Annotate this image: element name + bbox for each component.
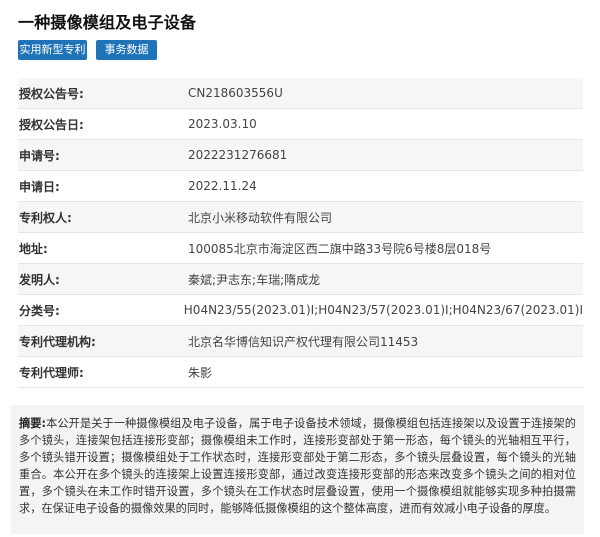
field-value: 朱影 [188,365,213,380]
field-label: 专利代理师: [19,365,84,380]
field-value: 北京名华博信知识产权代理有限公司11453 [188,334,419,349]
field-row-inventors: 发明人: 秦斌;尹志东;车瑞;隋成龙 [18,264,583,295]
field-label: 专利代理机构: [19,334,96,349]
field-label: 申请号: [19,148,60,163]
patent-info-table: 授权公告号: CN218603556U 授权公告日: 2023.03.10 申请… [18,78,583,388]
field-label: 分类号: [19,303,60,318]
field-row-classification: 分类号: H04N23/55(2023.01)I;H04N23/57(2023.… [18,295,583,326]
abstract-label: 摘要: [19,417,47,430]
field-value: 2023.03.10 [188,117,257,131]
field-row-address: 地址: 100085北京市海淀区西二旗中路33号院6号楼8层018号 [18,233,583,264]
transaction-data-button[interactable]: 事务数据 [96,40,157,60]
field-label: 申请日: [19,179,60,194]
field-row-application-date: 申请日: 2022.11.24 [18,171,583,202]
utility-model-patent-tag[interactable]: 实用新型专利 [18,40,87,60]
field-label: 专利权人: [19,210,72,225]
patent-detail-page: 一种摄像模组及电子设备 实用新型专利 事务数据 授权公告号: CN2186035… [0,0,600,537]
field-row-grant-number: 授权公告号: CN218603556U [18,78,583,109]
field-label: 发明人: [19,272,60,287]
field-row-patentee: 专利权人: 北京小米移动软件有限公司 [18,202,583,233]
field-label: 地址: [19,241,48,256]
field-row-agent: 专利代理师: 朱影 [18,357,583,388]
field-label: 授权公告号: [19,86,84,101]
tag-bar: 实用新型专利 事务数据 [18,40,157,60]
page-title: 一种摄像模组及电子设备 [18,13,197,32]
field-value: 秦斌;尹志东;车瑞;隋成龙 [188,272,321,287]
abstract-text: 本公开是关于一种摄像模组及电子设备，属于电子设备技术领域，摄像模组包括连接架以及… [19,417,576,515]
field-value: H04N23/55(2023.01)I;H04N23/57(2023.01)I;… [183,303,583,317]
field-row-agency: 专利代理机构: 北京名华博信知识产权代理有限公司11453 [18,326,583,357]
field-row-application-number: 申请号: 2022231276681 [18,140,583,171]
field-row-grant-date: 授权公告日: 2023.03.10 [18,109,583,140]
abstract-box: 摘要:本公开是关于一种摄像模组及电子设备，属于电子设备技术领域，摄像模组包括连接… [11,405,584,534]
field-value: 2022.11.24 [188,179,257,193]
field-value: 2022231276681 [188,148,288,162]
field-label: 授权公告日: [19,117,84,132]
field-value: CN218603556U [188,86,283,100]
field-value: 北京小米移动软件有限公司 [188,210,333,225]
field-value: 100085北京市海淀区西二旗中路33号院6号楼8层018号 [188,241,492,256]
